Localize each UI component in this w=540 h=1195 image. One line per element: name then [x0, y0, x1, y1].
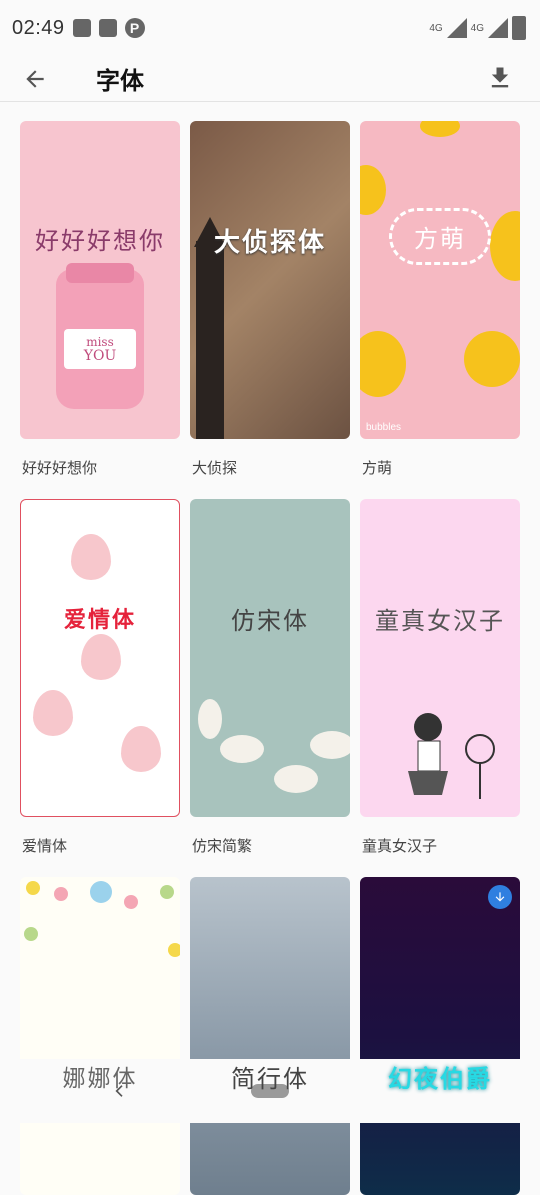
magnolia-flower — [274, 765, 318, 793]
lemon-slice — [360, 331, 406, 397]
strawberry — [33, 690, 73, 736]
font-card[interactable]: 方萌 bubbles 方萌 — [360, 121, 520, 477]
font-thumbnail[interactable]: 娜娜体 — [20, 877, 180, 1195]
strawberry — [81, 634, 121, 680]
download-button[interactable] — [482, 60, 518, 96]
lemon-slice — [420, 121, 460, 137]
flower-decoration — [160, 885, 174, 899]
font-name: 方萌 — [362, 459, 393, 477]
signal-icon-2 — [488, 18, 508, 38]
flower-decoration — [168, 943, 180, 957]
font-sample-text: 娜娜体 — [62, 1066, 138, 1092]
magnolia-flower — [198, 699, 222, 739]
font-card[interactable]: 仿宋体 仿宋简繁 — [190, 499, 350, 855]
flower-decoration — [26, 881, 40, 895]
font-name: 爱情体 — [22, 837, 68, 855]
flower-decoration — [90, 881, 112, 903]
magnolia-flower — [220, 735, 264, 763]
font-card[interactable]: 幻夜伯爵 — [360, 877, 520, 1195]
signal-icon — [446, 18, 467, 38]
font-thumbnail[interactable]: 童真女汉子 — [360, 499, 520, 817]
font-sample-text: 仿宋体 — [231, 606, 309, 635]
font-sample-text: 简行体 — [231, 1064, 309, 1093]
message-icon — [72, 19, 91, 37]
lemon-slice — [464, 331, 520, 387]
clock-tower-silhouette — [196, 241, 224, 439]
font-sample-text: 大侦探体 — [213, 227, 326, 258]
font-card[interactable]: 娜娜体 — [20, 877, 180, 1195]
font-card[interactable]: 大侦探体 大侦探 — [190, 121, 350, 477]
jar-label: miss YOU — [64, 329, 136, 369]
app-bar: 字体 — [0, 56, 540, 102]
font-card[interactable]: 简行体 — [190, 877, 350, 1195]
status-time: 02:49 — [12, 16, 65, 39]
font-thumbnail[interactable]: 大侦探体 — [190, 121, 350, 439]
font-sample-text: 幻夜伯爵 — [388, 1064, 492, 1093]
jar-text-you: YOU — [83, 348, 117, 364]
page-title: 字体 — [96, 67, 144, 95]
download-icon — [491, 67, 509, 88]
font-name: 仿宋简繁 — [192, 837, 253, 855]
image-icon — [98, 19, 117, 37]
network-type-1: 4G — [429, 22, 443, 34]
network-type-2: 4G — [470, 22, 484, 34]
download-badge[interactable] — [488, 885, 512, 909]
flower-decoration — [24, 927, 38, 941]
font-sample-text: 童真女汉子 — [375, 606, 505, 635]
strawberry — [121, 726, 161, 772]
back-button[interactable] — [0, 56, 70, 102]
parking-app-icon: P — [124, 18, 145, 38]
font-thumbnail[interactable]: 爱情体 — [20, 499, 180, 817]
status-bar: 02:49 P 4G 4G — [0, 0, 540, 56]
flower-decoration — [54, 887, 68, 901]
jar-lid — [66, 263, 134, 283]
font-sample-text: 爱情体 — [63, 608, 136, 633]
arrow-down-icon — [495, 892, 505, 902]
font-thumbnail[interactable]: 方萌 bubbles — [360, 121, 520, 439]
font-thumbnail[interactable]: 幻夜伯爵 — [360, 877, 520, 1195]
magnolia-flower — [310, 731, 350, 759]
battery-icon — [512, 16, 526, 40]
bubbles-text: bubbles — [366, 422, 402, 433]
font-sample-text: 好好好想你 — [35, 226, 165, 255]
girl-with-fan-illustration — [408, 713, 495, 799]
jar-text-miss: miss — [86, 335, 114, 349]
font-sample-text: 方萌 — [389, 207, 491, 265]
font-name: 童真女汉子 — [362, 837, 438, 855]
font-thumbnail[interactable]: 仿宋体 — [190, 499, 350, 817]
font-name: 好好好想你 — [22, 459, 98, 477]
strawberry — [71, 534, 111, 580]
lemon-slice — [360, 165, 386, 215]
font-thumbnail[interactable]: miss YOU 好好好想你 — [20, 121, 180, 439]
arrow-left-icon — [26, 69, 44, 88]
lemon-slice — [490, 211, 520, 281]
flower-decoration — [124, 895, 138, 909]
font-card[interactable]: miss YOU 好好好想你 好好好想你 — [20, 121, 180, 477]
font-card[interactable]: 爱情体 爱情体 — [20, 499, 180, 855]
font-thumbnail[interactable]: 简行体 — [190, 877, 350, 1195]
font-card[interactable]: 童真女汉子 童真女汉子 — [360, 499, 520, 855]
font-name: 大侦探 — [192, 459, 238, 477]
